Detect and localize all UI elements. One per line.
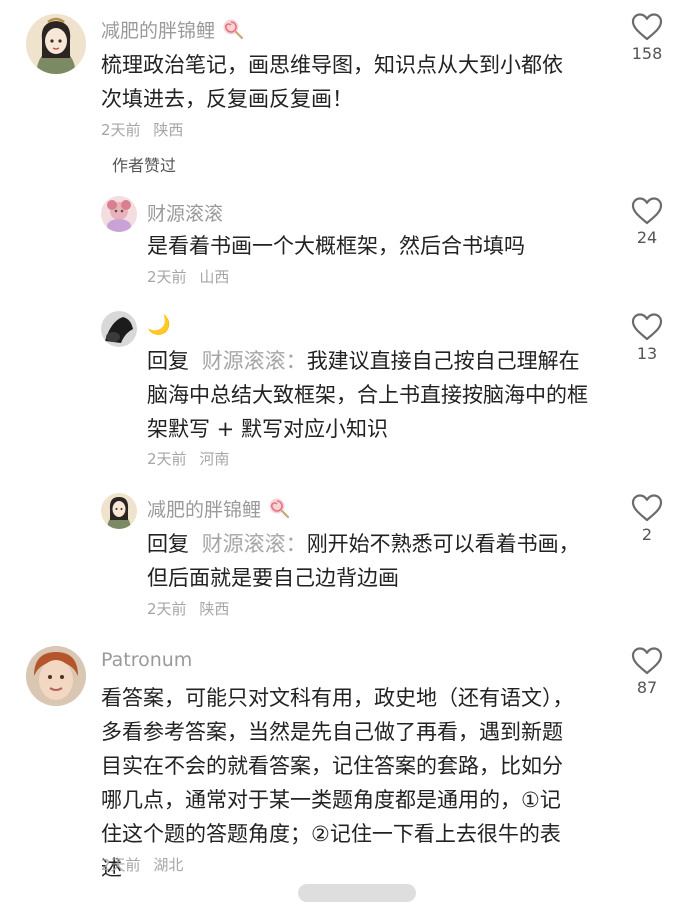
comment-location: 湖北 [153,856,184,874]
like-count: 87 [636,678,658,697]
comment-location: 陕西 [153,121,184,139]
comment-time: 2天前 [101,121,141,139]
avatar[interactable] [101,311,137,347]
reply-meta: 2天前 山西 [147,266,229,287]
reply-to-user[interactable]: 财源滚滚： [202,349,307,373]
heart-outline-icon [631,647,663,675]
avatar[interactable] [26,14,86,74]
avatar[interactable] [26,646,86,706]
reply-location: 河南 [199,450,230,468]
reply-to-user[interactable]: 财源滚滚： [202,532,307,556]
reply-time: 2天前 [147,600,187,618]
watermark [298,884,416,902]
reply-time: 2天前 [147,268,187,286]
reply-prefix: 回复 [147,532,189,556]
lollipop-icon [222,18,244,44]
like-button[interactable]: 24 [617,196,677,247]
username[interactable]: 减肥的胖锦鲤 [101,20,215,42]
heart-outline-icon [631,13,663,41]
username[interactable]: 🌙 [147,313,171,336]
like-count: 2 [641,525,653,544]
reply-location: 陕西 [199,600,230,618]
like-count: 158 [631,44,663,63]
heart-outline-icon [631,313,663,341]
username[interactable]: 财源滚滚 [147,199,223,226]
lollipop-icon [268,497,290,523]
comment-meta: 2天前 湖北 [101,854,183,875]
reply-location: 山西 [199,268,230,286]
reply-meta: 2天前 河南 [147,448,229,469]
username[interactable]: Patronum [101,649,192,671]
heart-outline-icon [631,494,663,522]
like-button[interactable]: 158 [617,12,677,63]
username[interactable]: 减肥的胖锦鲤 [147,499,261,521]
reply-text[interactable]: 回复 财源滚滚：刚开始不熟悉可以看着书画，但后面就是要自己边背边画 [147,527,597,595]
reply-prefix: 回复 [147,349,189,373]
reply-time: 2天前 [147,450,187,468]
like-count: 13 [636,344,658,363]
like-button[interactable]: 87 [617,646,677,697]
like-count: 24 [636,228,658,247]
like-button[interactable]: 2 [617,493,677,544]
username-row: 减肥的胖锦鲤 [147,495,290,523]
heart-outline-icon [631,197,663,225]
reply-text[interactable]: 回复 财源滚滚：我建议直接自己按自己理解在脑海中总结大致框架，合上书直接按脑海中… [147,344,597,446]
author-liked-label: 作者赞过 [112,156,177,175]
reply-text[interactable]: 是看着书画一个大概框架，然后合书填吗 [147,229,597,263]
avatar[interactable] [101,493,137,529]
comment-meta: 2天前 陕西 [101,119,183,140]
comment-time: 2天前 [101,856,141,874]
reply-meta: 2天前 陕西 [147,598,229,619]
avatar[interactable] [101,196,137,232]
username-row: 减肥的胖锦鲤 [101,16,244,44]
like-button[interactable]: 13 [617,312,677,363]
comment-text[interactable]: 梳理政治笔记，画思维导图，知识点从大到小都依次填进去，反复画反复画！ [101,48,579,116]
